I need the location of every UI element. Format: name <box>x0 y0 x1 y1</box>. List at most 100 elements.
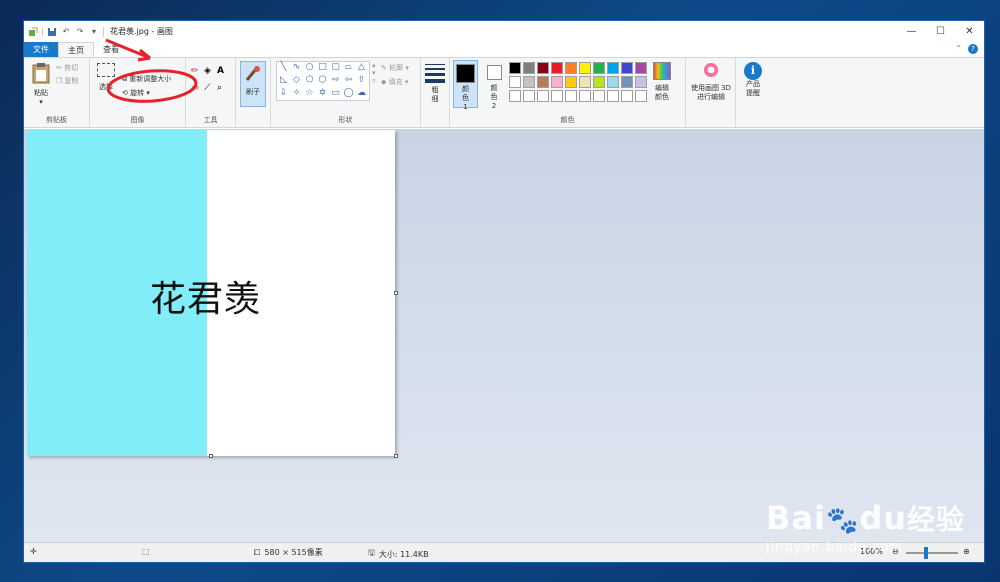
save-icon[interactable] <box>47 27 57 37</box>
palette-swatch[interactable] <box>551 62 563 74</box>
minimize-button[interactable]: — <box>897 21 926 42</box>
color2-button[interactable]: 颜色 2 <box>482 60 506 110</box>
eraser-icon[interactable]: ▬ <box>191 83 204 93</box>
palette-swatch[interactable] <box>523 76 535 88</box>
curve-shape-icon[interactable]: ∿ <box>290 62 303 75</box>
palette-swatch[interactable] <box>565 76 577 88</box>
resize-handle-bottom[interactable] <box>209 454 213 458</box>
palette-swatch[interactable] <box>607 76 619 88</box>
paste-button[interactable]: 粘贴 ▾ <box>30 62 52 106</box>
help-icon[interactable]: ? <box>968 44 978 54</box>
palette-swatch[interactable] <box>537 62 549 74</box>
color1-button[interactable]: 颜色 1 <box>453 60 478 111</box>
resize-handle-corner[interactable] <box>394 454 398 458</box>
zoom-in-button[interactable]: ⊕ <box>963 547 970 556</box>
palette-swatch[interactable] <box>509 90 521 102</box>
palette-swatch[interactable] <box>621 90 633 102</box>
arrow-down-shape-icon[interactable]: ⇩ <box>277 88 290 101</box>
fill-button[interactable]: ◆ 填充 ▾ <box>381 77 408 87</box>
resize-handle-right[interactable] <box>394 291 398 295</box>
size-button[interactable]: 粗细 <box>425 64 445 104</box>
callout-cloud-shape-icon[interactable]: ☁ <box>355 88 368 101</box>
group-tools: ✏ ◈ A ▬ ⟋ ⌕ 工具 <box>186 58 236 127</box>
close-button[interactable]: ✕ <box>955 21 984 42</box>
tab-view[interactable]: 查看 <box>94 42 128 57</box>
arrow-up-shape-icon[interactable]: ⇧ <box>355 75 368 88</box>
magnifier-icon[interactable]: ⌕ <box>217 83 230 93</box>
palette-swatch[interactable] <box>565 90 577 102</box>
rounded-rect-shape-icon[interactable]: ▢ <box>329 62 342 75</box>
palette-swatch[interactable] <box>579 76 591 88</box>
palette-swatch[interactable] <box>523 90 535 102</box>
collapse-ribbon-icon[interactable]: ⌃ <box>955 44 962 54</box>
rectangle-shape-icon[interactable]: □ <box>316 62 329 75</box>
palette-swatch[interactable] <box>607 90 619 102</box>
image-canvas[interactable]: 花君羡 <box>27 130 395 456</box>
zoom-slider-thumb[interactable] <box>924 547 928 559</box>
palette-swatch[interactable] <box>635 90 647 102</box>
outline-label: 轮廓 <box>389 64 404 72</box>
palette-swatch[interactable] <box>523 62 535 74</box>
tab-file[interactable]: 文件 <box>24 42 58 57</box>
diamond-shape-icon[interactable]: ◇ <box>290 75 303 88</box>
text-tool-icon[interactable]: A <box>217 66 230 76</box>
palette-swatch[interactable] <box>579 62 591 74</box>
cut-button[interactable]: ✂ 剪切 <box>56 63 78 73</box>
customize-toolbar-icon[interactable]: ▾ <box>89 27 99 37</box>
star4-shape-icon[interactable]: ✧ <box>290 88 303 101</box>
right-triangle-shape-icon[interactable]: ◺ <box>277 75 290 88</box>
palette-swatch[interactable] <box>593 76 605 88</box>
arrow-right-shape-icon[interactable]: ⇨ <box>329 75 342 88</box>
palette-swatch[interactable] <box>593 90 605 102</box>
palette-swatch[interactable] <box>593 62 605 74</box>
palette-swatch[interactable] <box>509 76 521 88</box>
scroll-gallery-icon[interactable]: ▴ ▾ ▿ <box>372 61 376 85</box>
copy-button[interactable]: ❐ 复制 <box>56 76 79 86</box>
palette-swatch[interactable] <box>635 76 647 88</box>
palette-swatch[interactable] <box>509 62 521 74</box>
callout-rect-shape-icon[interactable]: ▭ <box>329 88 342 101</box>
color2-label: 颜色 2 <box>490 84 498 110</box>
paint-window: ↶ ↷ ▾ 花君羡.jpg - 画图 — ☐ ✕ 文件 主页 查看 ⌃ ? 粘贴… <box>23 20 985 563</box>
arrow-left-shape-icon[interactable]: ⇦ <box>342 75 355 88</box>
palette-swatch[interactable] <box>565 62 577 74</box>
brushes-button[interactable]: 刷子 <box>240 61 266 107</box>
palette-swatch[interactable] <box>621 62 633 74</box>
rotate-icon: ⟲ <box>122 89 128 97</box>
palette-swatch[interactable] <box>537 76 549 88</box>
palette-swatch[interactable] <box>579 90 591 102</box>
palette-swatch[interactable] <box>621 76 633 88</box>
resize-button[interactable]: ⧉ 重新调整大小 <box>122 74 171 84</box>
window-controls: — ☐ ✕ <box>897 21 984 42</box>
palette-swatch[interactable] <box>537 90 549 102</box>
triangle-shape-icon[interactable]: △ <box>355 62 368 75</box>
fill-bucket-icon[interactable]: ◈ <box>204 66 217 76</box>
pencil-icon[interactable]: ✏ <box>191 66 204 76</box>
outline-button[interactable]: ✎ 轮廓 ▾ <box>381 63 409 73</box>
maximize-button[interactable]: ☐ <box>926 21 955 42</box>
redo-icon[interactable]: ↷ <box>75 27 85 37</box>
color-picker-icon[interactable]: ⟋ <box>204 83 217 93</box>
undo-icon[interactable]: ↶ <box>61 27 71 37</box>
paint3d-button[interactable]: 使用画图 3D 进行编辑 <box>689 62 733 102</box>
select-button[interactable]: 选择 <box>95 63 117 92</box>
oval-shape-icon[interactable]: ○ <box>303 62 316 75</box>
polygon-shape-icon[interactable]: ⏢ <box>342 62 355 75</box>
tab-home[interactable]: 主页 <box>58 42 94 57</box>
product-alert-button[interactable]: i 产品提醒 <box>741 62 765 98</box>
zoom-slider[interactable] <box>906 552 958 554</box>
pentagon-shape-icon[interactable]: ⬠ <box>303 75 316 88</box>
palette-swatch[interactable] <box>551 76 563 88</box>
canvas-area[interactable]: 花君羡 <box>24 129 984 544</box>
callout-oval-shape-icon[interactable]: ◯ <box>342 88 355 101</box>
rotate-button[interactable]: ⟲ 旋转 ▾ <box>122 88 150 98</box>
star6-shape-icon[interactable]: ✡ <box>316 88 329 101</box>
select-icon <box>97 63 115 77</box>
palette-swatch[interactable] <box>635 62 647 74</box>
star5-shape-icon[interactable]: ☆ <box>303 88 316 101</box>
hexagon-shape-icon[interactable]: ⬡ <box>316 75 329 88</box>
palette-swatch[interactable] <box>551 90 563 102</box>
edit-colors-button[interactable]: 编辑颜色 <box>651 62 673 102</box>
line-shape-icon[interactable]: ╲ <box>277 62 290 75</box>
palette-swatch[interactable] <box>607 62 619 74</box>
